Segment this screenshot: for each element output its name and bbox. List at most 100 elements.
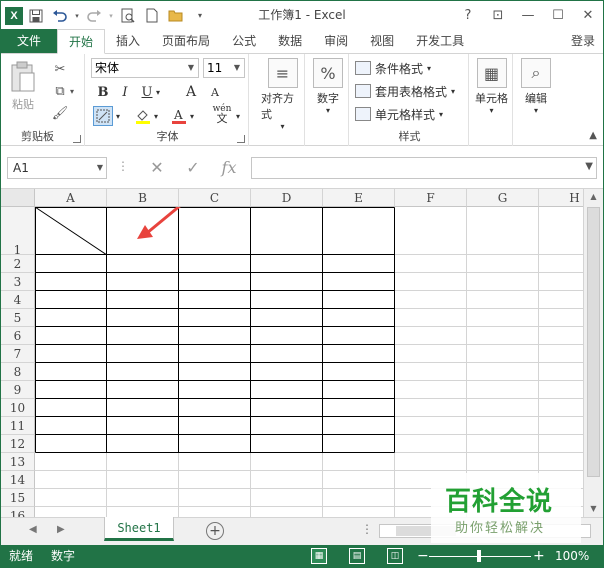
borders-dropdown-icon[interactable]: ▾ xyxy=(113,106,123,126)
tab-developer[interactable]: 开发工具 xyxy=(405,29,475,53)
cells-button[interactable]: ▦ 单元格 ▾ xyxy=(475,58,508,115)
phonetic-dropdown-icon[interactable]: ▾ xyxy=(233,106,243,126)
ribbon-display-options-button[interactable]: ⊡ xyxy=(483,1,513,30)
name-box[interactable]: A1 ▼ xyxy=(7,157,107,179)
expand-formula-bar-icon[interactable]: ▼ xyxy=(585,161,593,172)
page-layout-view-icon[interactable]: ▤ xyxy=(349,548,365,564)
sign-in-link[interactable]: 登录 xyxy=(563,29,603,53)
zoom-level[interactable]: 100% xyxy=(555,545,589,567)
fill-color-dropdown-icon[interactable]: ▾ xyxy=(151,106,161,126)
row-header-10[interactable]: 10 xyxy=(1,399,35,417)
number-button[interactable]: % 数字 ▾ xyxy=(313,58,343,115)
undo-dropdown-icon[interactable]: ▾ xyxy=(73,5,81,27)
tab-insert[interactable]: 插入 xyxy=(105,29,151,53)
conditional-formatting-button[interactable]: 条件格式 ▾ xyxy=(355,58,431,78)
customize-qat-icon[interactable]: ▾ xyxy=(189,5,211,27)
row-header-9[interactable]: 9 xyxy=(1,381,35,399)
normal-view-icon[interactable]: ▦ xyxy=(311,548,327,564)
next-sheet-icon[interactable]: ▶ xyxy=(57,524,65,535)
row-header-13[interactable]: 13 xyxy=(1,453,35,471)
column-header-h[interactable]: H xyxy=(539,189,583,207)
enter-entry-button[interactable]: ✓ xyxy=(181,158,205,178)
format-painter-icon[interactable]: 🖌 xyxy=(51,104,69,122)
zoom-in-button[interactable]: + xyxy=(533,545,545,567)
undo-icon[interactable] xyxy=(49,5,71,27)
row-header-11[interactable]: 11 xyxy=(1,417,35,435)
prev-sheet-icon[interactable]: ◀ xyxy=(29,524,37,535)
cut-icon[interactable]: ✂ xyxy=(51,60,69,78)
cell-styles-button[interactable]: 单元格样式 ▾ xyxy=(355,104,443,124)
minimize-button[interactable]: — xyxy=(513,1,543,30)
row-header-7[interactable]: 7 xyxy=(1,345,35,363)
font-size-select[interactable]: 11 ▼ xyxy=(203,58,245,78)
page-break-view-icon[interactable]: ◫ xyxy=(387,548,403,564)
row-header-15[interactable]: 15 xyxy=(1,489,35,507)
close-button[interactable]: ✕ xyxy=(573,1,603,30)
save-icon[interactable] xyxy=(25,5,47,27)
decrease-font-size-button[interactable]: A xyxy=(205,82,225,102)
tab-data[interactable]: 数据 xyxy=(267,29,313,53)
tab-file[interactable]: 文件 xyxy=(1,29,58,53)
add-sheet-button[interactable]: + xyxy=(206,522,224,540)
column-header-e[interactable]: E xyxy=(323,189,395,207)
borders-button[interactable] xyxy=(93,106,113,126)
column-header-c[interactable]: C xyxy=(179,189,251,207)
formula-input[interactable]: ▼ xyxy=(251,157,597,179)
clipboard-launcher-icon[interactable] xyxy=(73,135,81,143)
help-button[interactable]: ? xyxy=(453,1,483,30)
font-name-select[interactable]: 宋体 ▼ xyxy=(91,58,199,78)
column-header-f[interactable]: F xyxy=(395,189,467,207)
row-header-5[interactable]: 5 xyxy=(1,309,35,327)
row-header-2[interactable]: 2 xyxy=(1,255,35,273)
font-launcher-icon[interactable] xyxy=(237,135,245,143)
new-document-icon[interactable] xyxy=(141,5,163,27)
column-header-b[interactable]: B xyxy=(107,189,179,207)
tab-view[interactable]: 视图 xyxy=(359,29,405,53)
collapse-ribbon-icon[interactable]: ▲ xyxy=(589,130,597,141)
redo-icon[interactable] xyxy=(83,5,105,27)
sheet-tab-sheet1[interactable]: Sheet1 xyxy=(104,517,174,541)
row-header-8[interactable]: 8 xyxy=(1,363,35,381)
scroll-down-icon[interactable]: ▼ xyxy=(584,501,603,517)
alignment-button[interactable]: ≡ 对齐方式 ▾ xyxy=(261,58,304,131)
font-color-button[interactable]: A xyxy=(169,106,189,126)
open-folder-icon[interactable] xyxy=(165,5,187,27)
row-header-6[interactable]: 6 xyxy=(1,327,35,345)
sheet-bar-grip-icon[interactable]: ⋮ xyxy=(361,522,373,536)
row-header-16[interactable]: 16 xyxy=(1,507,35,517)
editing-button[interactable]: ⌕ 编辑 ▾ xyxy=(521,58,551,115)
phonetic-guide-button[interactable]: wén 文 xyxy=(211,104,233,125)
tab-formulas[interactable]: 公式 xyxy=(221,29,267,53)
zoom-slider-thumb[interactable] xyxy=(477,550,481,562)
column-header-a[interactable]: A xyxy=(35,189,107,207)
tab-home[interactable]: 开始 xyxy=(57,29,106,54)
formula-bar-grip-icon[interactable]: ⋮ xyxy=(117,159,129,177)
row-header-3[interactable]: 3 xyxy=(1,273,35,291)
vertical-scrollbar[interactable]: ▲ ▼ xyxy=(583,189,603,517)
column-header-d[interactable]: D xyxy=(251,189,323,207)
scroll-up-icon[interactable]: ▲ xyxy=(584,189,603,205)
increase-font-size-button[interactable]: A xyxy=(181,82,201,102)
format-as-table-button[interactable]: 套用表格格式 ▾ xyxy=(355,81,455,101)
fill-color-button[interactable] xyxy=(133,106,153,126)
insert-function-button[interactable]: fx xyxy=(217,158,241,178)
tab-page-layout[interactable]: 页面布局 xyxy=(151,29,221,53)
underline-dropdown-icon[interactable]: ▾ xyxy=(153,82,163,102)
row-header-14[interactable]: 14 xyxy=(1,471,35,489)
paste-button[interactable]: 粘贴 xyxy=(9,60,37,112)
row-header-1[interactable]: 1 xyxy=(1,207,35,257)
redo-dropdown-icon[interactable]: ▾ xyxy=(107,5,115,27)
tab-review[interactable]: 审阅 xyxy=(313,29,359,53)
worksheet-grid[interactable]: A B C D E F G H 1 2 3 4 5 6 7 8 9 10 11 12 13 14 15 16 xyxy=(1,189,583,517)
font-color-dropdown-icon[interactable]: ▾ xyxy=(187,106,197,126)
zoom-out-button[interactable]: − xyxy=(417,545,429,567)
cancel-entry-button[interactable]: ✕ xyxy=(145,158,169,178)
row-header-4[interactable]: 4 xyxy=(1,291,35,309)
print-preview-icon[interactable] xyxy=(117,5,139,27)
bold-button[interactable]: B xyxy=(93,82,113,102)
maximize-button[interactable]: ☐ xyxy=(543,1,573,30)
italic-button[interactable]: I xyxy=(115,82,135,102)
copy-dropdown-icon[interactable]: ▾ xyxy=(67,82,77,100)
row-header-12[interactable]: 12 xyxy=(1,435,35,453)
column-header-g[interactable]: G xyxy=(467,189,539,207)
